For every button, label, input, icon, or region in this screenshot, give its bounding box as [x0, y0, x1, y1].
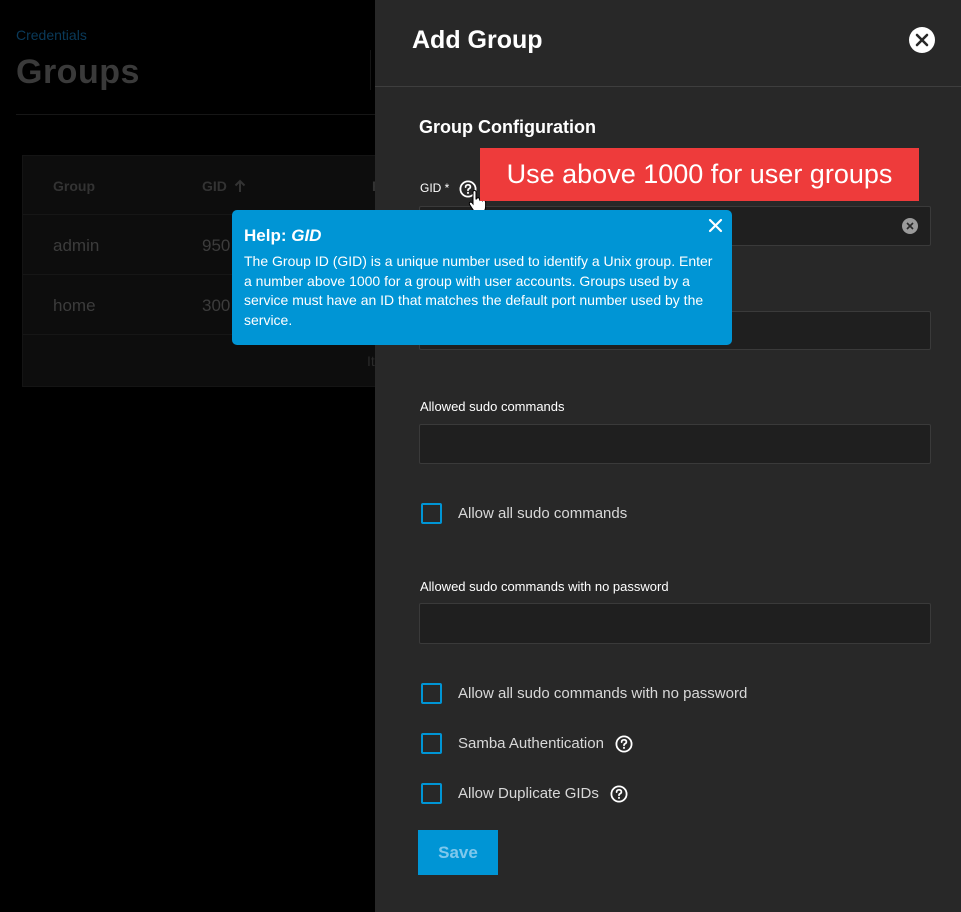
page-title: Groups — [16, 53, 140, 91]
breadcrumb[interactable]: Credentials — [16, 27, 87, 43]
help-circle-icon[interactable] — [615, 735, 633, 753]
close-icon[interactable] — [708, 218, 723, 233]
allow-all-sudo-row[interactable]: Allow all sudo commands — [421, 503, 627, 524]
allowed-sudo-label: Allowed sudo commands — [420, 399, 565, 414]
column-header-group[interactable]: Group — [53, 178, 95, 194]
allow-all-sudo-checkbox[interactable] — [421, 503, 442, 524]
allow-duplicate-gids-checkbox[interactable] — [421, 783, 442, 804]
close-button[interactable] — [909, 27, 935, 53]
allowed-sudo-nopass-input[interactable] — [419, 603, 931, 644]
help-circle-icon[interactable] — [610, 785, 628, 803]
clear-icon[interactable] — [902, 218, 918, 234]
allow-all-sudo-label[interactable]: Allow all sudo commands — [458, 505, 627, 522]
table-cell-gid: 950 — [202, 236, 231, 255]
allow-duplicate-gids-row[interactable]: Allow Duplicate GIDs — [421, 783, 628, 804]
panel-header: Add Group — [375, 0, 961, 87]
column-header-gid-label: GID — [202, 178, 227, 194]
close-icon — [915, 33, 929, 47]
help-title-prefix: Help: — [244, 226, 292, 245]
panel-title: Add Group — [412, 26, 543, 54]
save-button[interactable]: Save — [418, 830, 498, 875]
allowed-sudo-nopass-label: Allowed sudo commands with no password — [420, 579, 669, 594]
table-cell-gid: 300 — [202, 296, 231, 315]
help-popup: Help: GID The Group ID (GID) is a unique… — [232, 210, 732, 345]
samba-auth-row[interactable]: Samba Authentication — [421, 733, 633, 754]
annotation-callout: Use above 1000 for user groups — [480, 148, 919, 201]
allow-all-sudo-nopass-checkbox[interactable] — [421, 683, 442, 704]
arrow-up-icon — [234, 179, 246, 192]
table-footer-text: It — [367, 353, 375, 369]
gid-label: GID * — [420, 181, 450, 195]
allow-all-sudo-nopass-label[interactable]: Allow all sudo commands with no password — [458, 685, 747, 702]
allow-duplicate-gids-label[interactable]: Allow Duplicate GIDs — [458, 785, 599, 802]
allowed-sudo-input[interactable] — [419, 424, 931, 464]
table-cell-group: home — [53, 296, 96, 315]
help-title-field: GID — [291, 226, 322, 245]
search-input-edge — [370, 50, 371, 90]
allow-all-sudo-nopass-row[interactable]: Allow all sudo commands with no password — [421, 683, 747, 704]
add-group-panel: Add Group Group Configuration GID * Allo… — [375, 0, 961, 912]
samba-auth-checkbox[interactable] — [421, 733, 442, 754]
section-title: Group Configuration — [419, 117, 596, 137]
help-body: The Group ID (GID) is a unique number us… — [244, 253, 713, 328]
help-title: Help: GID — [244, 226, 720, 246]
column-header-gid[interactable]: GID — [202, 178, 247, 194]
table-cell-group: admin — [53, 236, 100, 255]
samba-auth-label[interactable]: Samba Authentication — [458, 735, 604, 752]
